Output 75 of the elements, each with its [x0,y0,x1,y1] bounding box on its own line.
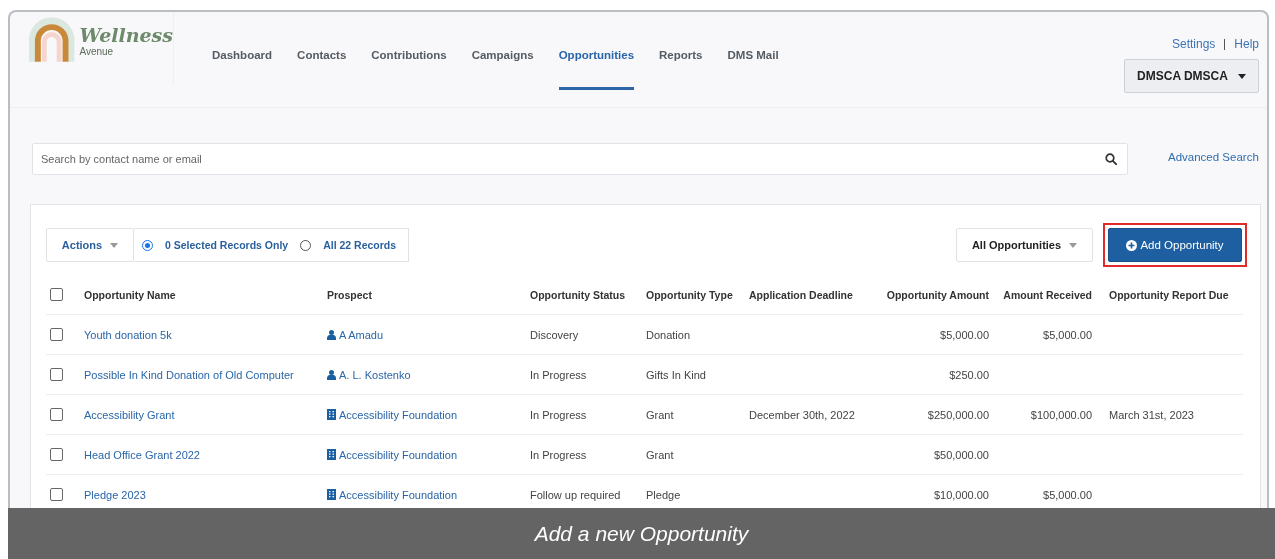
nav-tab[interactable]: Reports [659,12,703,90]
table-cell: $250,000.00 [927,408,989,421]
nav-tab[interactable]: Dashboard [212,12,273,90]
column-header: Amount Received [1003,288,1092,301]
person-icon [327,329,336,340]
add-opportunity-button[interactable]: Add Opportunity [1108,228,1242,262]
column-header: Application Deadline [749,288,853,301]
table-cell: Pledge [646,488,681,501]
prospect-link[interactable]: Accessibility Foundation [339,448,457,461]
checkbox[interactable] [50,448,63,462]
table-cell: December 30th, 2022 [749,408,855,421]
column-header: Opportunity Name [84,288,176,301]
prospect-link[interactable]: A. L. Kostenko [339,368,411,381]
opportunity-link[interactable]: Pledge 2023 [84,488,146,501]
person-icon [327,369,336,380]
radio-label[interactable]: All 22 Records [323,239,397,251]
caret-icon [110,242,119,248]
nav-tab[interactable]: Contributions [371,12,447,90]
building-icon [327,448,336,460]
nav-tab[interactable]: DMS Mail [727,12,779,90]
header-link[interactable]: Help [1234,37,1259,51]
search-icon [1105,153,1117,165]
caret-icon [1237,73,1246,79]
logo-title: Wellness [79,24,173,46]
table-cell: $5,000.00 [940,328,989,341]
advanced-search-link[interactable]: Advanced Search [1168,151,1259,163]
opportunity-link[interactable]: Head Office Grant 2022 [84,448,200,461]
checkbox[interactable] [50,328,63,342]
actions-dropdown[interactable]: Actions [46,228,134,262]
table-cell: $50,000.00 [933,448,989,461]
prospect-link[interactable]: A Amadu [339,328,384,341]
checkbox[interactable] [50,488,63,502]
table-cell: $10,000.00 [933,488,989,501]
filter-dropdown[interactable]: All Opportunities [956,228,1093,262]
table-cell: Discovery [530,328,579,341]
column-header: Opportunity Report Due [1109,288,1229,301]
caption-text: Add a new Opportunity [534,521,749,546]
table-cell: $5,000.00 [1043,328,1092,341]
table-cell: In Progress [530,408,587,421]
nav-tab[interactable]: Campaigns [471,12,534,90]
opportunity-link[interactable]: Accessibility Grant [84,408,175,421]
column-header: Opportunity Status [530,288,626,301]
checkbox[interactable] [50,368,63,382]
column-header: Prospect [327,288,372,301]
table-cell: $100,000.00 [1030,408,1092,421]
nav-tab[interactable]: Contacts [297,12,347,90]
table-cell: $5,000.00 [1043,488,1092,501]
table-cell: Grant [646,408,674,421]
caret-icon [1069,242,1078,248]
radio-label[interactable]: 0 Selected Records Only [165,239,289,251]
building-icon [327,408,336,420]
table-cell: Donation [646,328,691,341]
nav-tab[interactable]: Opportunities [558,12,635,90]
prospect-link[interactable]: Accessibility Foundation [339,408,457,421]
table-cell: In Progress [530,368,587,381]
column-header: Opportunity Amount [886,288,989,301]
plus-circle-icon [1126,239,1138,251]
opportunity-link[interactable]: Youth donation 5k [84,328,172,341]
column-header: Opportunity Type [646,288,733,301]
prospect-link[interactable]: Accessibility Foundation [339,488,457,501]
table-cell: $250.00 [949,368,989,381]
user-menu-button[interactable]: DMSCA DMSCA [1124,59,1259,93]
checkbox[interactable] [50,408,63,422]
table-cell: Grant [646,448,674,461]
opportunity-link[interactable]: Possible In Kind Donation of Old Computer [84,368,294,381]
header-link[interactable]: Settings [1171,37,1216,51]
table-cell: March 31st, 2023 [1109,408,1194,421]
table-cell: Follow up required [530,488,621,501]
logo-subtitle: Avenue [79,46,115,57]
checkbox[interactable] [50,288,63,302]
building-icon [327,488,336,500]
search-field[interactable]: Search by contact name or email [32,143,1128,175]
rainbow-logo-icon [27,16,77,62]
table-cell: Gifts In Kind [646,368,706,381]
table-cell: In Progress [530,448,587,461]
